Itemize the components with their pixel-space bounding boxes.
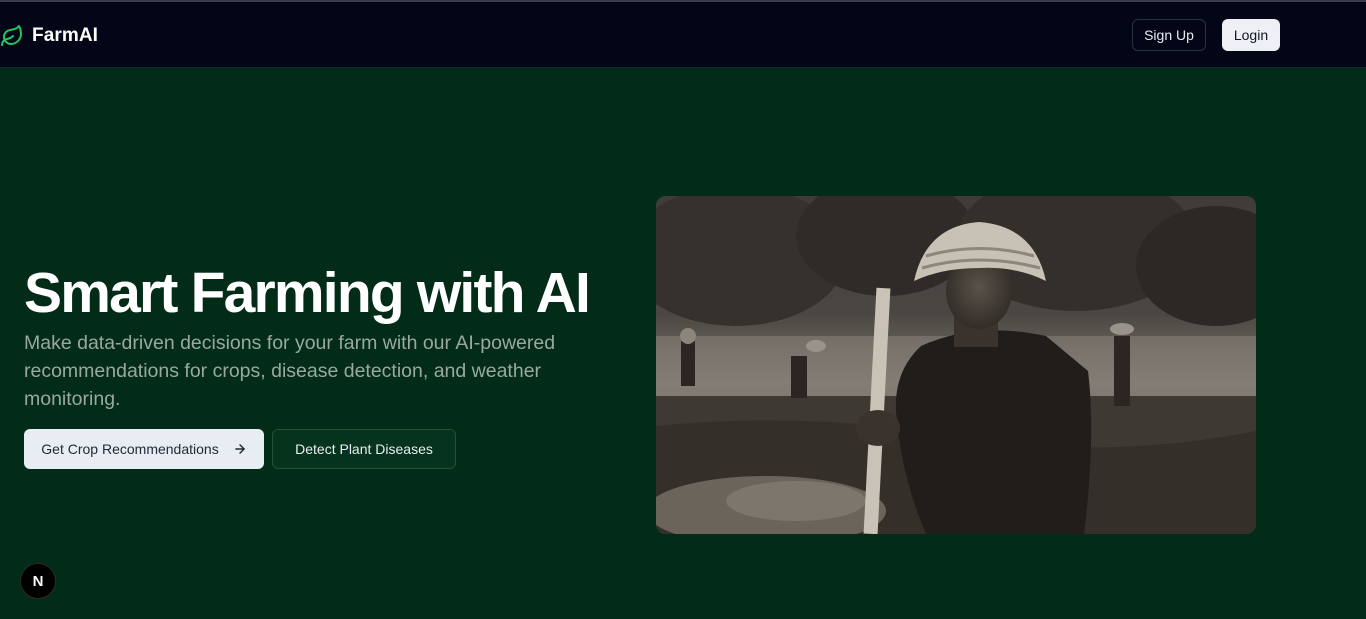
arrow-right-icon bbox=[234, 444, 245, 454]
login-button[interactable]: Login bbox=[1222, 19, 1280, 51]
brand-logo[interactable]: FarmAI bbox=[0, 22, 98, 50]
sign-up-button[interactable]: Sign Up bbox=[1132, 19, 1206, 51]
brand-name: FarmAI bbox=[32, 25, 99, 46]
leaf-icon bbox=[1, 25, 22, 46]
nextjs-dev-indicator[interactable]: N bbox=[20, 563, 56, 599]
farmer-photo-illustration bbox=[656, 196, 1256, 534]
hero-photo bbox=[656, 196, 1256, 534]
hero-title: Smart Farming with AI bbox=[24, 261, 591, 325]
hero-subtitle: Make data-driven decisions for your farm… bbox=[24, 332, 556, 410]
get-crop-recommendations-button[interactable]: Get Crop Recommendations bbox=[24, 429, 264, 469]
navbar: FarmAI Sign Up Login bbox=[0, 2, 1366, 68]
get-crop-recommendations-label: Get Crop Recommendations bbox=[41, 441, 219, 457]
detect-plant-diseases-button[interactable]: Detect Plant Diseases bbox=[272, 429, 456, 469]
